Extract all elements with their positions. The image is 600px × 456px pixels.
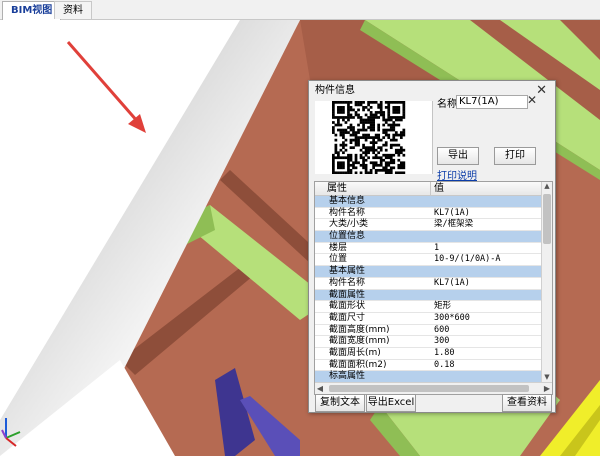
row-gutter <box>315 336 327 347</box>
property-name: 截面形状 <box>329 301 366 312</box>
group-row[interactable]: 基本信息 <box>315 196 542 208</box>
scroll-left-icon[interactable]: ◀ <box>315 383 325 394</box>
property-row[interactable]: 位置 10-9/(1/0A)-A <box>315 254 542 267</box>
property-row[interactable]: 截面周长(m) 1.80 <box>315 347 542 360</box>
qr-code-panel <box>315 101 433 174</box>
row-gutter <box>315 289 327 301</box>
copy-text-button[interactable]: 复制文本 <box>315 394 365 412</box>
horizontal-scrollbar[interactable]: ◀ ▶ <box>315 382 552 394</box>
group-label: 基本属性 <box>329 266 366 277</box>
property-row[interactable]: 截面形状 矩形 <box>315 301 542 313</box>
property-row[interactable]: 大类/小类 梁/框架梁 <box>315 219 542 232</box>
property-value: 矩形 <box>434 301 452 312</box>
column-header-value[interactable]: 值 <box>434 182 444 195</box>
row-gutter <box>315 359 327 371</box>
property-name: 截面周长(m) <box>329 347 381 358</box>
row-gutter <box>315 277 327 289</box>
component-info-dialog: 构件信息 ✕ 名称: ✕ 导出 打印 打印说明 属性 值 基本信息构件名称KL7… <box>308 80 556 413</box>
property-name: 截面高度(mm) <box>329 324 390 335</box>
row-gutter <box>315 242 327 254</box>
property-value: 1 <box>434 242 440 253</box>
clear-icon[interactable]: ✕ <box>527 93 537 107</box>
property-row[interactable]: 构件名称 KL7(1A) <box>315 207 542 220</box>
export-excel-button[interactable]: 导出Excel <box>366 394 416 412</box>
tab-bim-view[interactable]: BIM视图 <box>2 1 62 20</box>
group-row[interactable]: 基本属性 <box>315 266 542 278</box>
scroll-right-icon[interactable]: ▶ <box>542 383 552 394</box>
property-row[interactable]: 截面宽度(mm) 300 <box>315 336 542 348</box>
print-button[interactable]: 打印 <box>494 147 536 165</box>
name-input[interactable] <box>456 95 528 109</box>
view-docs-button[interactable]: 查看资料 <box>502 394 552 412</box>
group-label: 截面属性 <box>329 289 366 300</box>
property-value: 梁/框架梁 <box>434 219 474 230</box>
row-gutter <box>315 266 327 277</box>
row-gutter <box>315 347 327 359</box>
property-row[interactable]: 截面尺寸 300*600 <box>315 312 542 325</box>
scroll-thumb[interactable] <box>543 194 551 244</box>
property-name: 构件名称 <box>329 207 366 218</box>
row-gutter <box>315 231 327 242</box>
group-label: 基本信息 <box>329 196 366 206</box>
column-header-property[interactable]: 属性 <box>327 182 347 195</box>
row-gutter <box>315 254 327 266</box>
property-row[interactable]: 截面高度(mm) 600 <box>315 324 542 337</box>
property-grid: 属性 值 基本信息 构件名称 KL7(1A) 大类/小类 梁/框架梁 位置信息 楼层 1 位置 1… <box>314 181 553 395</box>
property-name: 构件名称 <box>329 277 366 288</box>
scroll-down-icon[interactable]: ▼ <box>543 373 551 382</box>
property-name: 截面面积(m2) <box>329 359 387 370</box>
row-gutter <box>315 207 327 219</box>
property-value: 600 <box>434 324 450 335</box>
property-name: 楼层 <box>329 242 348 253</box>
property-rows: 基本信息 构件名称 KL7(1A) 大类/小类 梁/框架梁 位置信息 楼层 1 位置 10-9/(… <box>315 196 542 383</box>
row-gutter <box>315 324 327 336</box>
property-value: 1.80 <box>434 347 455 358</box>
scroll-up-icon[interactable]: ▲ <box>543 182 551 191</box>
row-gutter <box>315 301 327 312</box>
tab-documents[interactable]: 资料 <box>54 1 92 19</box>
row-gutter <box>315 371 327 382</box>
group-row[interactable]: 截面属性 <box>315 289 542 302</box>
property-name: 位置 <box>329 254 348 265</box>
row-gutter <box>315 219 327 231</box>
property-row[interactable]: 楼层 1 <box>315 242 542 255</box>
view-tabbar: BIM视图 资料 <box>0 0 600 20</box>
dialog-divider <box>432 101 433 174</box>
dialog-title: 构件信息 <box>315 85 355 96</box>
property-row[interactable]: 构件名称 KL7(1A) <box>315 277 542 290</box>
print-help-link[interactable]: 打印说明 <box>437 167 477 182</box>
group-row[interactable]: 位置信息 <box>315 231 542 243</box>
property-value: 300*600 <box>434 312 470 323</box>
column-separator[interactable] <box>430 182 431 195</box>
property-value: 0.18 <box>434 359 455 370</box>
hscroll-thumb[interactable] <box>329 385 529 392</box>
group-label: 位置信息 <box>329 231 366 242</box>
property-name: 截面尺寸 <box>329 312 366 323</box>
row-gutter <box>315 312 327 324</box>
close-icon[interactable]: ✕ <box>536 81 547 101</box>
property-value: KL7(1A) <box>434 277 470 288</box>
vertical-scrollbar[interactable]: ▲ ▼ <box>541 182 552 382</box>
export-button[interactable]: 导出 <box>437 147 479 165</box>
property-name: 大类/小类 <box>329 219 369 230</box>
property-value: KL7(1A) <box>434 207 470 218</box>
grid-header: 属性 值 <box>315 182 542 196</box>
property-value: 10-9/(1/0A)-A <box>434 254 501 265</box>
property-row[interactable]: 截面面积(m2) 0.18 <box>315 359 542 372</box>
property-name: 截面宽度(mm) <box>329 336 390 347</box>
property-value: 300 <box>434 336 450 347</box>
row-gutter <box>315 196 327 207</box>
qr-code-icon <box>332 101 406 174</box>
